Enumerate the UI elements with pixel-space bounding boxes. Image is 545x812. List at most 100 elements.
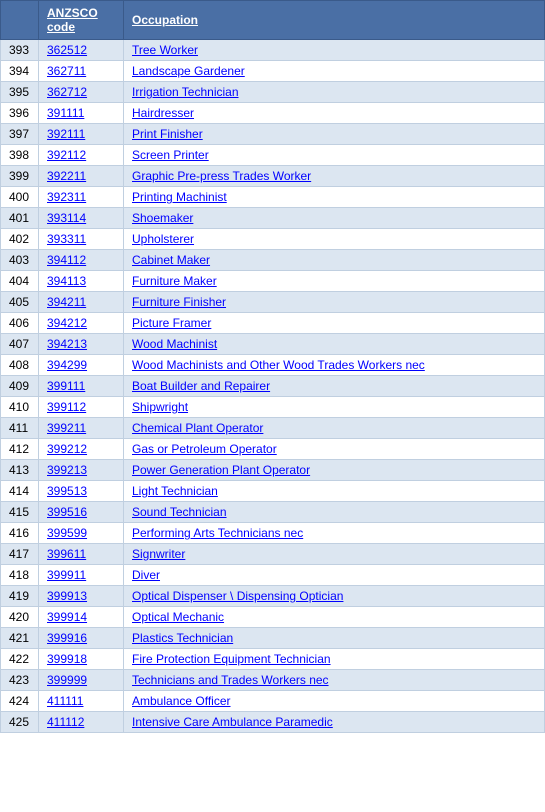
- row-occupation[interactable]: Screen Printer: [124, 145, 545, 166]
- row-occupation[interactable]: Landscape Gardener: [124, 61, 545, 82]
- row-code[interactable]: 392311: [39, 187, 124, 208]
- row-number: 412: [1, 439, 39, 460]
- row-occupation[interactable]: Picture Framer: [124, 313, 545, 334]
- table-row: 423399999Technicians and Trades Workers …: [1, 670, 545, 691]
- row-code[interactable]: 399916: [39, 628, 124, 649]
- table-row: 413399213Power Generation Plant Operator: [1, 460, 545, 481]
- table-row: 411399211Chemical Plant Operator: [1, 418, 545, 439]
- row-code[interactable]: 399914: [39, 607, 124, 628]
- header-code[interactable]: ANZSCO code: [39, 1, 124, 40]
- row-code[interactable]: 399111: [39, 376, 124, 397]
- header-occupation[interactable]: Occupation: [124, 1, 545, 40]
- row-code[interactable]: 391111: [39, 103, 124, 124]
- row-occupation[interactable]: Fire Protection Equipment Technician: [124, 649, 545, 670]
- row-number: 414: [1, 481, 39, 502]
- table-row: 410399112Shipwright: [1, 397, 545, 418]
- row-occupation[interactable]: Performing Arts Technicians nec: [124, 523, 545, 544]
- row-code[interactable]: 362512: [39, 40, 124, 61]
- row-code[interactable]: 394213: [39, 334, 124, 355]
- row-code[interactable]: 411112: [39, 712, 124, 733]
- row-code[interactable]: 399212: [39, 439, 124, 460]
- row-occupation[interactable]: Intensive Care Ambulance Paramedic: [124, 712, 545, 733]
- row-code[interactable]: 399999: [39, 670, 124, 691]
- row-code[interactable]: 399513: [39, 481, 124, 502]
- row-code[interactable]: 393311: [39, 229, 124, 250]
- row-occupation[interactable]: Graphic Pre-press Trades Worker: [124, 166, 545, 187]
- row-occupation[interactable]: Upholsterer: [124, 229, 545, 250]
- table-row: 404394113Furniture Maker: [1, 271, 545, 292]
- row-occupation[interactable]: Optical Dispenser \ Dispensing Optician: [124, 586, 545, 607]
- row-occupation[interactable]: Furniture Finisher: [124, 292, 545, 313]
- row-code[interactable]: 399611: [39, 544, 124, 565]
- row-code[interactable]: 394112: [39, 250, 124, 271]
- row-code[interactable]: 362712: [39, 82, 124, 103]
- table-row: 415399516Sound Technician: [1, 502, 545, 523]
- row-number: 410: [1, 397, 39, 418]
- table-row: 409399111Boat Builder and Repairer: [1, 376, 545, 397]
- row-code[interactable]: 399112: [39, 397, 124, 418]
- row-number: 423: [1, 670, 39, 691]
- row-code[interactable]: 392211: [39, 166, 124, 187]
- row-occupation[interactable]: Shoemaker: [124, 208, 545, 229]
- row-occupation[interactable]: Sound Technician: [124, 502, 545, 523]
- row-code[interactable]: 411111: [39, 691, 124, 712]
- table-row: 417399611Signwriter: [1, 544, 545, 565]
- table-row: 422399918Fire Protection Equipment Techn…: [1, 649, 545, 670]
- row-occupation[interactable]: Boat Builder and Repairer: [124, 376, 545, 397]
- row-code[interactable]: 394212: [39, 313, 124, 334]
- row-code[interactable]: 399213: [39, 460, 124, 481]
- row-number: 409: [1, 376, 39, 397]
- row-occupation[interactable]: Diver: [124, 565, 545, 586]
- row-occupation[interactable]: Print Finisher: [124, 124, 545, 145]
- row-occupation[interactable]: Wood Machinists and Other Wood Trades Wo…: [124, 355, 545, 376]
- row-occupation[interactable]: Technicians and Trades Workers nec: [124, 670, 545, 691]
- row-occupation[interactable]: Signwriter: [124, 544, 545, 565]
- row-number: 413: [1, 460, 39, 481]
- row-occupation[interactable]: Gas or Petroleum Operator: [124, 439, 545, 460]
- row-code[interactable]: 392112: [39, 145, 124, 166]
- row-code[interactable]: 399516: [39, 502, 124, 523]
- table-row: 412399212Gas or Petroleum Operator: [1, 439, 545, 460]
- row-number: 415: [1, 502, 39, 523]
- row-occupation[interactable]: Wood Machinist: [124, 334, 545, 355]
- row-number: 408: [1, 355, 39, 376]
- table-row: 402393311Upholsterer: [1, 229, 545, 250]
- row-occupation[interactable]: Chemical Plant Operator: [124, 418, 545, 439]
- table-row: 400392311Printing Machinist: [1, 187, 545, 208]
- table-row: 399392211Graphic Pre-press Trades Worker: [1, 166, 545, 187]
- table-row: 394362711Landscape Gardener: [1, 61, 545, 82]
- row-number: 421: [1, 628, 39, 649]
- row-number: 397: [1, 124, 39, 145]
- row-occupation[interactable]: Ambulance Officer: [124, 691, 545, 712]
- row-code[interactable]: 399913: [39, 586, 124, 607]
- row-code[interactable]: 394113: [39, 271, 124, 292]
- row-code[interactable]: 394299: [39, 355, 124, 376]
- row-number: 394: [1, 61, 39, 82]
- row-code[interactable]: 399211: [39, 418, 124, 439]
- row-occupation[interactable]: Plastics Technician: [124, 628, 545, 649]
- row-occupation[interactable]: Hairdresser: [124, 103, 545, 124]
- row-code[interactable]: 393114: [39, 208, 124, 229]
- row-code[interactable]: 399599: [39, 523, 124, 544]
- row-number: 403: [1, 250, 39, 271]
- row-code[interactable]: 394211: [39, 292, 124, 313]
- row-code[interactable]: 362711: [39, 61, 124, 82]
- row-occupation[interactable]: Furniture Maker: [124, 271, 545, 292]
- row-occupation[interactable]: Optical Mechanic: [124, 607, 545, 628]
- table-row: 414399513Light Technician: [1, 481, 545, 502]
- table-row: 397392111Print Finisher: [1, 124, 545, 145]
- table-row: 401393114Shoemaker: [1, 208, 545, 229]
- row-occupation[interactable]: Light Technician: [124, 481, 545, 502]
- row-number: 393: [1, 40, 39, 61]
- table-row: 421399916Plastics Technician: [1, 628, 545, 649]
- row-occupation[interactable]: Irrigation Technician: [124, 82, 545, 103]
- row-code[interactable]: 399911: [39, 565, 124, 586]
- row-occupation[interactable]: Printing Machinist: [124, 187, 545, 208]
- row-occupation[interactable]: Tree Worker: [124, 40, 545, 61]
- row-occupation[interactable]: Cabinet Maker: [124, 250, 545, 271]
- row-occupation[interactable]: Shipwright: [124, 397, 545, 418]
- row-number: 405: [1, 292, 39, 313]
- row-code[interactable]: 399918: [39, 649, 124, 670]
- row-occupation[interactable]: Power Generation Plant Operator: [124, 460, 545, 481]
- row-code[interactable]: 392111: [39, 124, 124, 145]
